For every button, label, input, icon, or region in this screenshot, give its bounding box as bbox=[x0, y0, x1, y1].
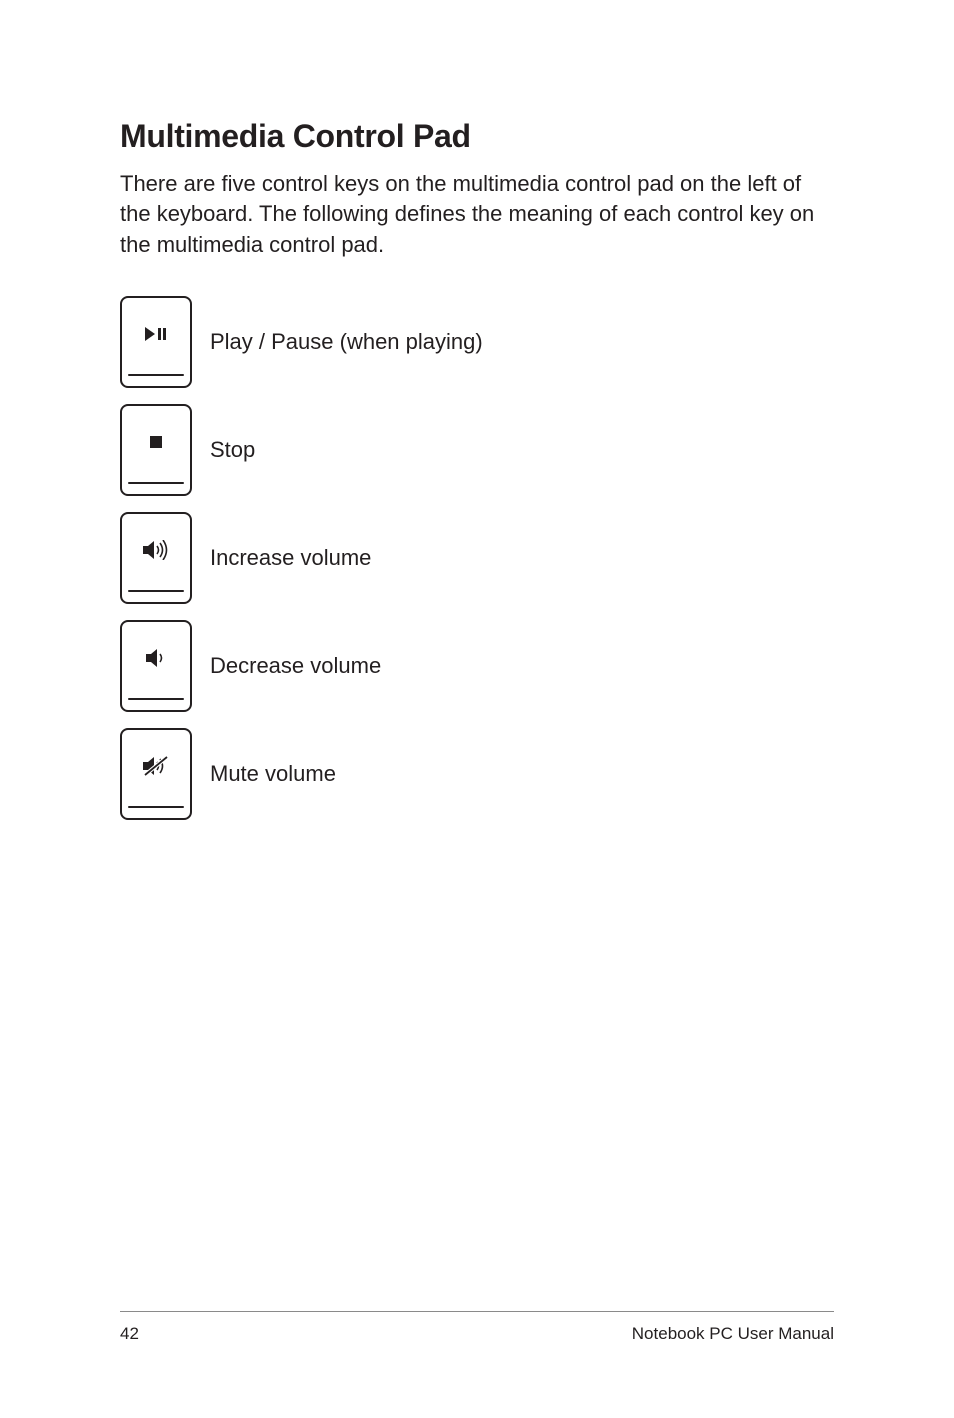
volume-down-icon bbox=[146, 648, 166, 668]
control-row-volume-up: Increase volume bbox=[120, 504, 834, 612]
control-row-play-pause: Play / Pause (when playing) bbox=[120, 288, 834, 396]
intro-paragraph: There are five control keys on the multi… bbox=[120, 169, 834, 260]
key-stop bbox=[120, 404, 192, 496]
key-volume-down bbox=[120, 620, 192, 712]
play-pause-icon bbox=[145, 327, 167, 341]
key-mute bbox=[120, 728, 192, 820]
controls-list: Play / Pause (when playing) Stop Increas… bbox=[120, 288, 834, 828]
key-play-pause bbox=[120, 296, 192, 388]
label-stop: Stop bbox=[210, 437, 255, 463]
label-mute: Mute volume bbox=[210, 761, 336, 787]
stop-icon bbox=[150, 436, 162, 448]
mute-icon bbox=[143, 755, 169, 777]
control-row-volume-down: Decrease volume bbox=[120, 612, 834, 720]
page-footer: 42 Notebook PC User Manual bbox=[120, 1311, 834, 1344]
page-number: 42 bbox=[120, 1324, 139, 1344]
control-row-stop: Stop bbox=[120, 396, 834, 504]
label-play-pause: Play / Pause (when playing) bbox=[210, 329, 483, 355]
page-content: Multimedia Control Pad There are five co… bbox=[0, 0, 954, 828]
doc-title: Notebook PC User Manual bbox=[632, 1324, 834, 1344]
label-volume-down: Decrease volume bbox=[210, 653, 381, 679]
control-row-mute: Mute volume bbox=[120, 720, 834, 828]
section-heading: Multimedia Control Pad bbox=[120, 118, 834, 155]
volume-up-icon bbox=[143, 540, 169, 560]
label-volume-up: Increase volume bbox=[210, 545, 371, 571]
key-volume-up bbox=[120, 512, 192, 604]
